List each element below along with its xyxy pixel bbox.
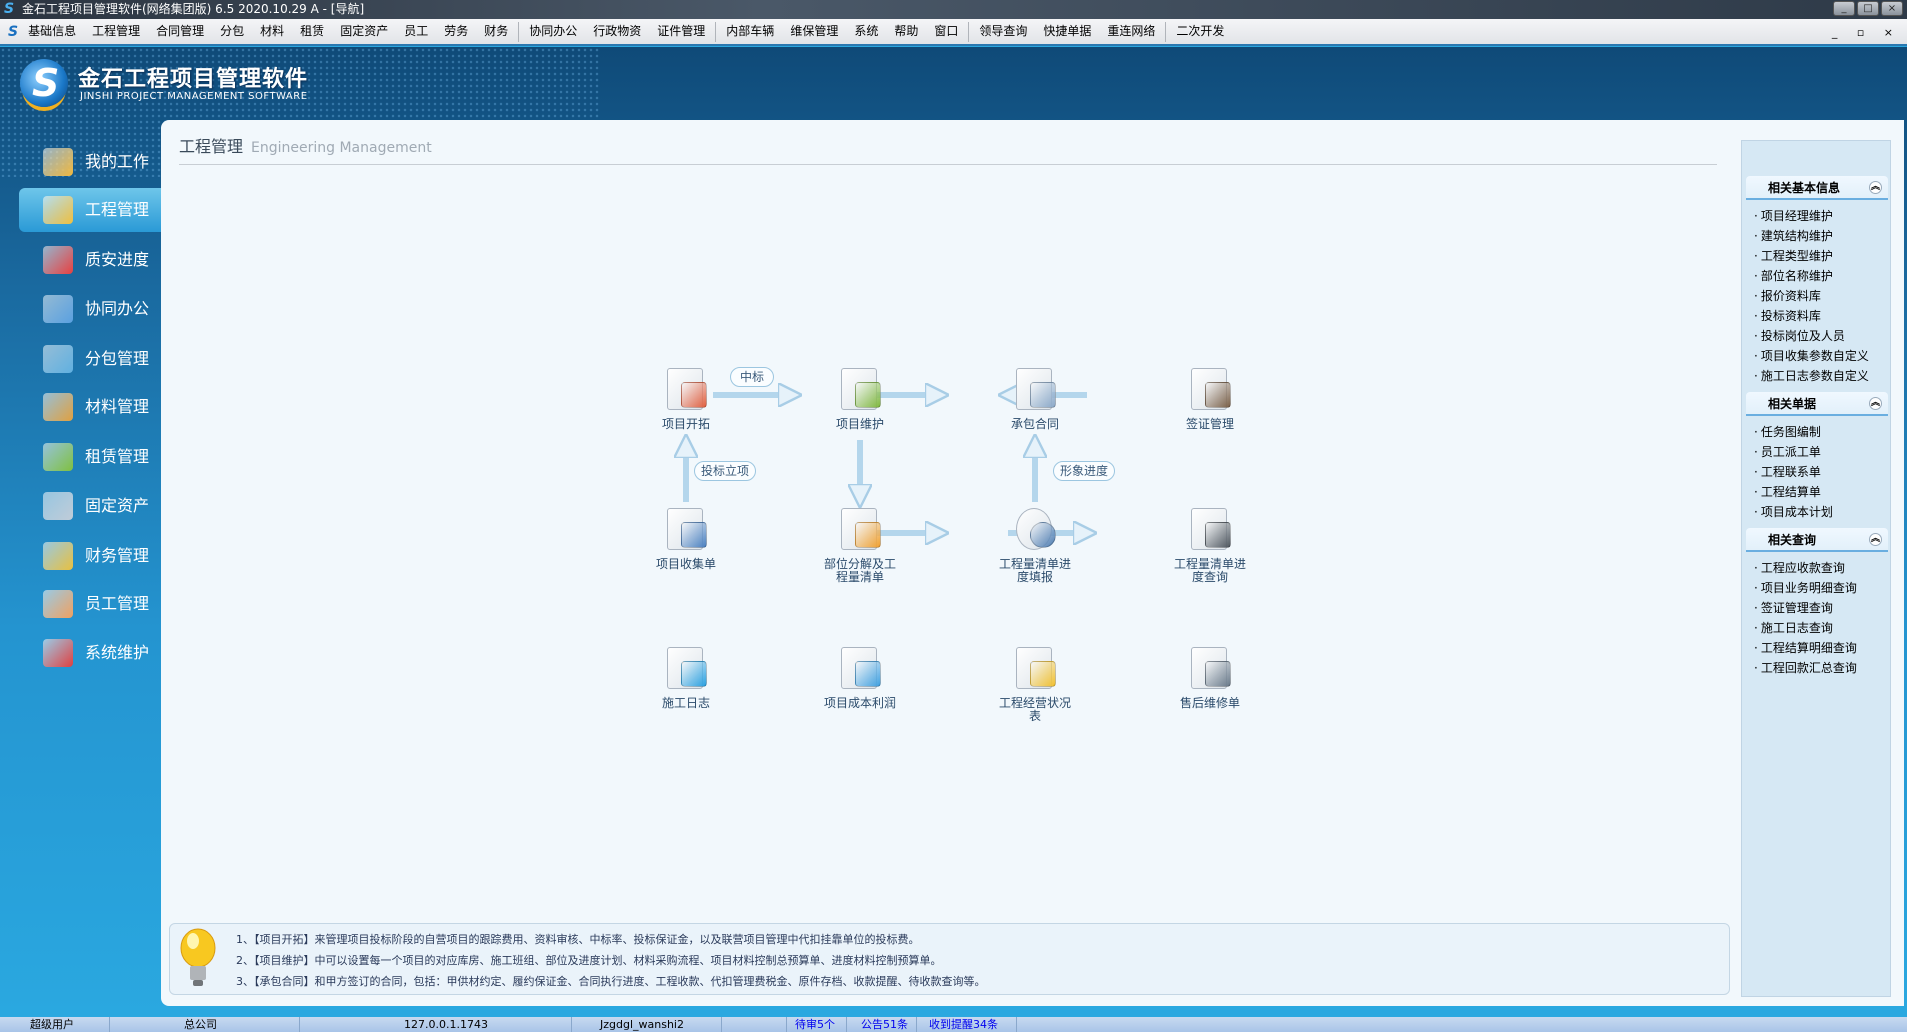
flow-node-label: 项目收集单 bbox=[655, 557, 716, 571]
flow-node[interactable]: 项目成本利润 bbox=[812, 643, 908, 710]
section-header[interactable]: 相关查询 ︽ bbox=[1746, 528, 1888, 552]
tips-box: 1、【项目开拓】来管理项目投标阶段的自营项目的跟踪费用、资料审核、中标率、投标保… bbox=[169, 923, 1730, 995]
related-link[interactable]: 报价资料库 bbox=[1754, 286, 1821, 306]
status-remind-link[interactable]: 收到提醒34条 bbox=[917, 1017, 1017, 1032]
related-link[interactable]: 投标岗位及人员 bbox=[1754, 326, 1845, 346]
related-link[interactable]: 施工日志参数自定义 bbox=[1754, 366, 1869, 386]
tip-line: 2、【项目维护】中可以设置每一个项目的对应库房、施工班组、部位及进度计划、材料采… bbox=[236, 954, 942, 967]
related-link[interactable]: 施工日志查询 bbox=[1754, 618, 1833, 638]
related-link[interactable]: 工程结算单 bbox=[1754, 482, 1821, 502]
related-link[interactable]: 建筑结构维护 bbox=[1754, 226, 1833, 246]
section-title: 相关查询 bbox=[1768, 533, 1817, 547]
section-header[interactable]: 相关基本信息 ︽ bbox=[1746, 176, 1888, 200]
section-title: 相关单据 bbox=[1768, 397, 1817, 411]
flow-node[interactable]: 售后维修单 bbox=[1162, 643, 1258, 710]
tag-progress: 形象进度 bbox=[1053, 461, 1115, 481]
books-icon bbox=[661, 643, 711, 693]
clock-icon bbox=[1010, 504, 1060, 554]
collapse-icon[interactable]: ︽ bbox=[1869, 397, 1882, 410]
project-develop-icon bbox=[661, 364, 711, 414]
related-link[interactable]: 投标资料库 bbox=[1754, 306, 1821, 326]
status-database: Jzgdgl_wanshi2 bbox=[572, 1017, 722, 1032]
flow-node[interactable]: 部位分解及工程量清单 bbox=[812, 504, 908, 584]
lightbulb-icon bbox=[180, 928, 216, 986]
collapse-icon[interactable]: ︽ bbox=[1869, 533, 1882, 546]
cost-doc-icon bbox=[835, 643, 885, 693]
tag-bid-project: 投标立项 bbox=[694, 461, 756, 481]
flow-node[interactable]: 工程量清单进度查询 bbox=[1162, 504, 1258, 584]
blocks-icon bbox=[835, 504, 885, 554]
notepad-icon bbox=[661, 504, 711, 554]
related-link[interactable]: 项目业务明细查询 bbox=[1754, 578, 1857, 598]
tip-line: 1、【项目开拓】来管理项目投标阶段的自营项目的跟踪费用、资料审核、中标率、投标保… bbox=[236, 933, 920, 946]
collapse-icon[interactable]: ︽ bbox=[1869, 181, 1882, 194]
status-pending-link[interactable]: 待审5个 bbox=[787, 1017, 847, 1032]
related-link[interactable]: 工程应收款查询 bbox=[1754, 558, 1845, 578]
related-link[interactable]: 项目成本计划 bbox=[1754, 502, 1833, 522]
visa-stamp-icon bbox=[1185, 364, 1235, 414]
status-company: 总公司 bbox=[110, 1017, 300, 1032]
flow-node[interactable]: 承包合同 bbox=[987, 364, 1083, 431]
related-link[interactable]: 项目收集参数自定义 bbox=[1754, 346, 1869, 366]
related-link[interactable]: 工程类型维护 bbox=[1754, 246, 1833, 266]
flow-node-label: 工程量清单进度查询 bbox=[1174, 557, 1247, 584]
related-link[interactable]: 任务图编制 bbox=[1754, 422, 1821, 442]
related-link[interactable]: 部位名称维护 bbox=[1754, 266, 1833, 286]
flow-node[interactable]: 施工日志 bbox=[638, 643, 734, 710]
related-panel: 相关基本信息 ︽ 项目经理维护建筑结构维护工程类型维护部位名称维护报价资料库投标资料… bbox=[1741, 140, 1891, 997]
status-notice-link[interactable]: 公告51条 bbox=[847, 1017, 917, 1032]
flow-node-label: 售后维修单 bbox=[1179, 696, 1240, 710]
status-user: 超级用户 bbox=[0, 1017, 110, 1032]
flow-node[interactable]: 工程经营状况表 bbox=[987, 643, 1083, 723]
project-maintain-icon bbox=[835, 364, 885, 414]
contract-folder-icon bbox=[1010, 364, 1060, 414]
flow-arrows bbox=[0, 0, 1907, 1032]
flow-node[interactable]: 项目收集单 bbox=[638, 504, 734, 571]
flow-node-label: 施工日志 bbox=[661, 696, 710, 710]
flow-node-label: 项目开拓 bbox=[661, 417, 710, 431]
flow-node-label: 签证管理 bbox=[1185, 417, 1234, 431]
support-icon bbox=[1185, 643, 1235, 693]
flow-node[interactable]: 项目维护 bbox=[812, 364, 908, 431]
status-server: 127.0.0.1.1743 bbox=[400, 1017, 572, 1032]
section-title: 相关基本信息 bbox=[1768, 181, 1841, 195]
flow-node-label: 承包合同 bbox=[1010, 417, 1059, 431]
flow-node[interactable]: 签证管理 bbox=[1162, 364, 1258, 431]
tip-line: 3、【承包合同】和甲方签订的合同，包括：甲供材约定、履约保证金、合同执行进度、工… bbox=[236, 975, 986, 988]
related-link[interactable]: 签证管理查询 bbox=[1754, 598, 1833, 618]
flow-node-label: 项目维护 bbox=[835, 417, 884, 431]
flow-node-label: 项目成本利润 bbox=[824, 696, 897, 710]
section-header[interactable]: 相关单据 ︽ bbox=[1746, 392, 1888, 416]
status-bar: 超级用户 总公司 127.0.0.1.1743 Jzgdgl_wanshi2 待… bbox=[0, 1017, 1907, 1032]
related-link[interactable]: 员工派工单 bbox=[1754, 442, 1821, 462]
flow-node[interactable]: 工程量清单进度填报 bbox=[987, 504, 1083, 584]
related-link[interactable]: 项目经理维护 bbox=[1754, 206, 1833, 226]
flow-node[interactable]: 项目开拓 bbox=[638, 364, 734, 431]
related-link[interactable]: 工程联系单 bbox=[1754, 462, 1821, 482]
related-link[interactable]: 工程结算明细查询 bbox=[1754, 638, 1857, 658]
flow-node-label: 工程量清单进度填报 bbox=[999, 557, 1072, 584]
coins-chart-icon bbox=[1010, 643, 1060, 693]
tag-win-bid: 中标 bbox=[730, 367, 774, 387]
clock-doc-icon bbox=[1185, 504, 1235, 554]
flow-node-label: 工程经营状况表 bbox=[999, 696, 1072, 723]
related-link[interactable]: 工程回款汇总查询 bbox=[1754, 658, 1857, 678]
flow-node-label: 部位分解及工程量清单 bbox=[824, 557, 897, 584]
